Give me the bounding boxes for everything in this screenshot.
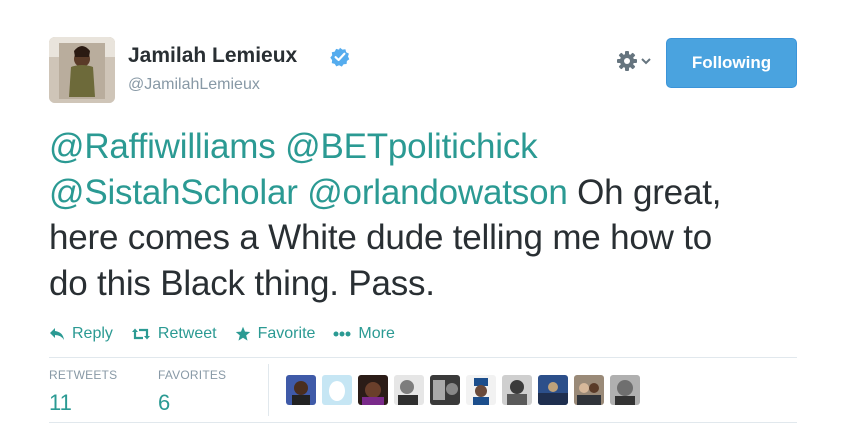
- verified-badge-icon: [330, 47, 350, 67]
- favorite-label: Favorite: [257, 325, 316, 342]
- retweet-label: Retweet: [157, 325, 217, 342]
- star-icon: [235, 326, 250, 341]
- retweets-stat[interactable]: RETWEETS 11: [49, 368, 117, 416]
- more-button[interactable]: More: [333, 325, 395, 343]
- retweeter-avatar[interactable]: [358, 375, 388, 405]
- favorites-label: FAVORITES: [158, 368, 227, 382]
- tweet-actions: Reply Retweet Favorite More: [49, 322, 413, 346]
- author-name[interactable]: Jamilah Lemieux: [128, 44, 297, 68]
- retweeter-avatar[interactable]: [502, 375, 532, 405]
- stats-top-divider: [49, 357, 797, 358]
- chevron-down-icon: [641, 58, 651, 65]
- reply-label: Reply: [72, 325, 113, 342]
- stats-bottom-divider: [49, 422, 797, 423]
- author-handle[interactable]: @JamilahLemieux: [128, 76, 260, 94]
- following-button[interactable]: Following: [666, 38, 797, 88]
- gear-icon: [617, 51, 637, 71]
- retweeter-avatar[interactable]: [466, 375, 496, 405]
- tweet-line-4: do this Black thing. Pass.: [49, 263, 435, 303]
- reply-icon: [50, 328, 64, 340]
- favorites-stat[interactable]: FAVORITES 6: [158, 368, 226, 416]
- retweeter-avatars: [286, 375, 640, 405]
- reply-button[interactable]: Reply: [49, 325, 113, 343]
- tweet-line-1: @Raffiwilliams @BETpolitichick: [49, 124, 809, 170]
- tweet-line-2: @SistahScholar @orlandowatson Oh great,: [49, 170, 809, 216]
- mention-link[interactable]: @orlandowatson: [307, 173, 568, 212]
- tweet-text-segment: Oh great,: [577, 172, 722, 212]
- tweet-text: @Raffiwilliams @BETpolitichick @SistahSc…: [49, 124, 809, 306]
- more-label: More: [358, 325, 395, 342]
- retweet-icon: [131, 328, 150, 340]
- favorites-count: 6: [158, 390, 171, 415]
- mention-link[interactable]: @Raffiwilliams: [49, 127, 276, 166]
- retweeter-avatar[interactable]: [430, 375, 460, 405]
- retweet-button[interactable]: Retweet: [131, 325, 217, 343]
- retweets-count: 11: [49, 390, 72, 415]
- author-avatar[interactable]: [49, 37, 115, 103]
- retweeter-avatar[interactable]: [394, 375, 424, 405]
- user-dropdown-button[interactable]: [616, 50, 660, 72]
- tweet-line-3: here comes a White dude telling me how t…: [49, 218, 712, 257]
- retweeter-avatar[interactable]: [322, 375, 352, 405]
- ellipsis-icon: [333, 331, 351, 337]
- retweeter-avatar[interactable]: [574, 375, 604, 405]
- retweeter-avatar[interactable]: [286, 375, 316, 405]
- mention-link[interactable]: @SistahScholar: [49, 173, 298, 212]
- mention-link[interactable]: @BETpolitichick: [285, 127, 538, 166]
- retweeter-avatar[interactable]: [610, 375, 640, 405]
- favorite-button[interactable]: Favorite: [235, 325, 316, 343]
- stats-separator: [268, 364, 269, 416]
- retweets-label: RETWEETS: [49, 368, 118, 382]
- retweeter-avatar[interactable]: [538, 375, 568, 405]
